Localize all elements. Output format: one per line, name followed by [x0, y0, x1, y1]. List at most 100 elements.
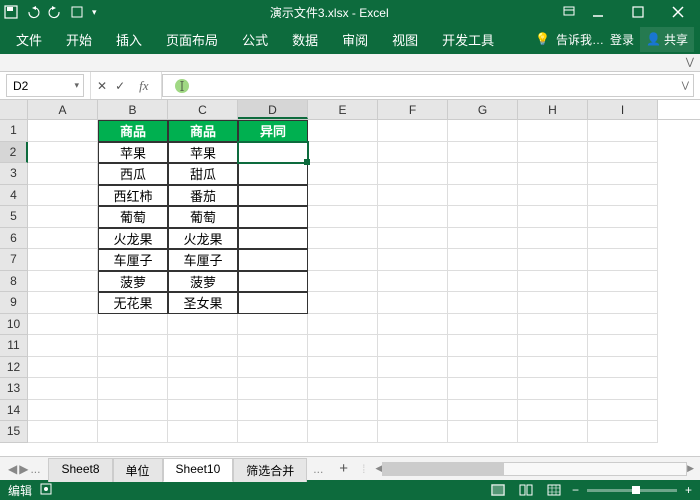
cell-I12[interactable] [588, 357, 658, 379]
cell-G11[interactable] [448, 335, 518, 357]
col-header-C[interactable]: C [168, 100, 238, 119]
cell-E10[interactable] [308, 314, 378, 336]
cell-D1[interactable]: 异同 [238, 120, 308, 142]
minimize-button[interactable] [580, 1, 616, 23]
col-header-D[interactable]: D [238, 100, 308, 119]
cell-C1[interactable]: 商品 [168, 120, 238, 142]
cell-H1[interactable] [518, 120, 588, 142]
cell-D9[interactable] [238, 292, 308, 314]
cell-G3[interactable] [448, 163, 518, 185]
cell-H10[interactable] [518, 314, 588, 336]
cell-C8[interactable]: 菠萝 [168, 271, 238, 293]
row-header-1[interactable]: 1 [0, 120, 28, 142]
cell-B14[interactable] [98, 400, 168, 422]
cell-B2[interactable]: 苹果 [98, 142, 168, 164]
cell-G10[interactable] [448, 314, 518, 336]
col-header-B[interactable]: B [98, 100, 168, 119]
pagelayout-view-icon[interactable] [516, 482, 536, 498]
cell-B7[interactable]: 车厘子 [98, 249, 168, 271]
row-header-14[interactable]: 14 [0, 400, 28, 422]
cell-F8[interactable] [378, 271, 448, 293]
cell-E12[interactable] [308, 357, 378, 379]
cancel-icon[interactable]: ✕ [97, 79, 107, 93]
cell-I9[interactable] [588, 292, 658, 314]
cell-F15[interactable] [378, 421, 448, 443]
cell-C12[interactable] [168, 357, 238, 379]
cell-B11[interactable] [98, 335, 168, 357]
cell-H11[interactable] [518, 335, 588, 357]
cell-E4[interactable] [308, 185, 378, 207]
cell-E14[interactable] [308, 400, 378, 422]
cell-B5[interactable]: 葡萄 [98, 206, 168, 228]
tab-formulas[interactable]: 公式 [232, 24, 278, 55]
cell-G2[interactable] [448, 142, 518, 164]
cell-E15[interactable] [308, 421, 378, 443]
cell-H5[interactable] [518, 206, 588, 228]
zoom-out-button[interactable]: − [572, 483, 579, 497]
cell-A13[interactable] [28, 378, 98, 400]
cell-A11[interactable] [28, 335, 98, 357]
col-header-A[interactable]: A [28, 100, 98, 119]
cell-C3[interactable]: 甜瓜 [168, 163, 238, 185]
tab-view[interactable]: 视图 [382, 24, 428, 55]
row-header-2[interactable]: 2 [0, 142, 28, 164]
cell-F10[interactable] [378, 314, 448, 336]
cell-A7[interactable] [28, 249, 98, 271]
cell-F2[interactable] [378, 142, 448, 164]
tab-data[interactable]: 数据 [282, 24, 328, 55]
cell-F1[interactable] [378, 120, 448, 142]
cell-C15[interactable] [168, 421, 238, 443]
cell-E13[interactable] [308, 378, 378, 400]
cell-D13[interactable] [238, 378, 308, 400]
cell-B1[interactable]: 商品 [98, 120, 168, 142]
cell-A2[interactable] [28, 142, 98, 164]
cell-I10[interactable] [588, 314, 658, 336]
pagebreak-view-icon[interactable] [544, 482, 564, 498]
normal-view-icon[interactable] [488, 482, 508, 498]
undo-icon[interactable] [26, 5, 40, 19]
cell-A3[interactable] [28, 163, 98, 185]
cell-A8[interactable] [28, 271, 98, 293]
cell-D12[interactable] [238, 357, 308, 379]
cell-D8[interactable] [238, 271, 308, 293]
sheet-tab-Sheet10[interactable]: Sheet10 [163, 458, 234, 482]
cell-G1[interactable] [448, 120, 518, 142]
cell-G15[interactable] [448, 421, 518, 443]
cell-A4[interactable] [28, 185, 98, 207]
tab-devtools[interactable]: 开发工具 [432, 24, 504, 55]
cell-E1[interactable] [308, 120, 378, 142]
cell-D15[interactable] [238, 421, 308, 443]
cell-B6[interactable]: 火龙果 [98, 228, 168, 250]
cell-G14[interactable] [448, 400, 518, 422]
cell-C5[interactable]: 葡萄 [168, 206, 238, 228]
cell-I13[interactable] [588, 378, 658, 400]
select-all-corner[interactable] [0, 100, 28, 119]
macro-record-icon[interactable] [40, 483, 52, 498]
save-icon[interactable] [4, 5, 18, 19]
horizontal-scrollbar[interactable]: ◀ ▶ [369, 462, 700, 476]
cell-E6[interactable] [308, 228, 378, 250]
cell-D2[interactable] [238, 142, 308, 164]
cell-B3[interactable]: 西瓜 [98, 163, 168, 185]
cell-G4[interactable] [448, 185, 518, 207]
cell-F14[interactable] [378, 400, 448, 422]
expand-formula-icon[interactable]: ⋁ [682, 80, 689, 91]
row-header-15[interactable]: 15 [0, 421, 28, 443]
sheet-tab-单位[interactable]: 单位 [113, 458, 163, 482]
cell-A1[interactable] [28, 120, 98, 142]
cell-H9[interactable] [518, 292, 588, 314]
cell-C10[interactable] [168, 314, 238, 336]
cell-F3[interactable] [378, 163, 448, 185]
cell-D7[interactable] [238, 249, 308, 271]
tab-nav-overflow[interactable]: ... [30, 462, 40, 476]
col-header-F[interactable]: F [378, 100, 448, 119]
cell-E11[interactable] [308, 335, 378, 357]
cell-A12[interactable] [28, 357, 98, 379]
cell-E7[interactable] [308, 249, 378, 271]
cell-F9[interactable] [378, 292, 448, 314]
cell-A14[interactable] [28, 400, 98, 422]
tab-home[interactable]: 开始 [56, 24, 102, 55]
cell-A15[interactable] [28, 421, 98, 443]
share-button[interactable]: 👤共享 [640, 27, 694, 52]
cell-H2[interactable] [518, 142, 588, 164]
